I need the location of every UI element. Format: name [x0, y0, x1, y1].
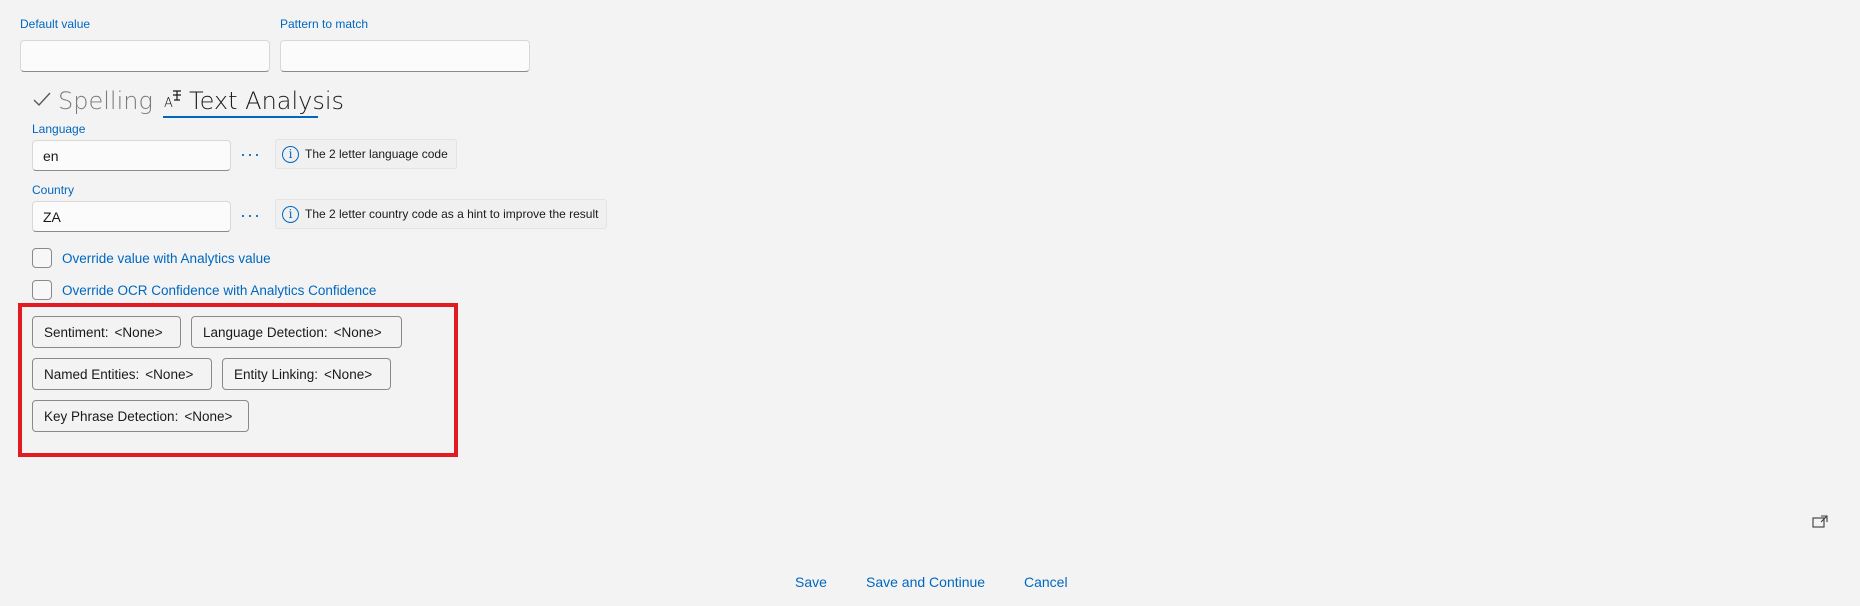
- sentiment-button[interactable]: Sentiment: <None>: [32, 316, 181, 348]
- named-entities-label: Named Entities:: [44, 366, 140, 382]
- override-confidence-option[interactable]: Override OCR Confidence with Analytics C…: [32, 280, 376, 300]
- key-phrase-detection-label: Key Phrase Detection:: [44, 408, 179, 424]
- info-icon: i: [282, 145, 299, 163]
- sentiment-label: Sentiment:: [44, 324, 109, 340]
- override-value-option[interactable]: Override value with Analytics value: [32, 248, 271, 268]
- text-analysis-icon: A: [163, 87, 185, 115]
- entity-linking-label: Entity Linking:: [234, 366, 319, 382]
- country-hint: i The 2 letter country code as a hint to…: [275, 199, 608, 229]
- entity-linking-button[interactable]: Entity Linking: <None>: [222, 358, 391, 390]
- svg-text:A: A: [164, 96, 173, 109]
- language-more-button[interactable]: ···: [240, 145, 261, 163]
- pattern-input[interactable]: [280, 40, 530, 72]
- cancel-button[interactable]: Cancel: [1024, 574, 1068, 590]
- info-icon: i: [282, 205, 299, 223]
- key-phrase-detection-button[interactable]: Key Phrase Detection: <None>: [32, 400, 249, 432]
- language-label: Language: [32, 122, 86, 136]
- override-confidence-checkbox[interactable]: [32, 280, 52, 300]
- named-entities-button[interactable]: Named Entities: <None>: [32, 358, 212, 390]
- language-detection-label: Language Detection:: [203, 324, 328, 340]
- country-hint-text: The 2 letter country code as a hint to i…: [305, 207, 599, 221]
- tab-spelling-label: Spelling: [58, 87, 153, 115]
- entity-linking-value: <None>: [324, 366, 373, 382]
- save-and-continue-button[interactable]: Save and Continue: [866, 574, 985, 590]
- language-detection-value: <None>: [333, 324, 382, 340]
- tab-text-analysis[interactable]: A Text Analysis: [163, 85, 344, 115]
- language-hint: i The 2 letter language code: [275, 139, 457, 169]
- default-value-input[interactable]: [20, 40, 270, 72]
- default-value-label: Default value: [20, 17, 91, 31]
- checkmark-icon: [32, 85, 52, 113]
- override-confidence-label: Override OCR Confidence with Analytics C…: [62, 282, 377, 298]
- country-input[interactable]: ZA: [32, 201, 231, 232]
- language-hint-text: The 2 letter language code: [305, 147, 448, 161]
- tab-text-analysis-label: Text Analysis: [189, 87, 345, 115]
- language-input[interactable]: en: [32, 140, 231, 171]
- active-tab-indicator: [163, 116, 318, 118]
- named-entities-value: <None>: [145, 366, 194, 382]
- override-value-checkbox[interactable]: [32, 248, 52, 268]
- country-label: Country: [32, 183, 75, 197]
- key-phrase-detection-value: <None>: [184, 408, 233, 424]
- save-button[interactable]: Save: [795, 574, 827, 590]
- pattern-label: Pattern to match: [280, 17, 369, 31]
- country-more-button[interactable]: ···: [240, 206, 261, 224]
- tab-spelling[interactable]: Spelling: [32, 85, 153, 115]
- override-value-label: Override value with Analytics value: [62, 250, 271, 266]
- language-detection-button[interactable]: Language Detection: <None>: [191, 316, 402, 348]
- popout-icon[interactable]: [1812, 515, 1828, 534]
- sentiment-value: <None>: [114, 324, 163, 340]
